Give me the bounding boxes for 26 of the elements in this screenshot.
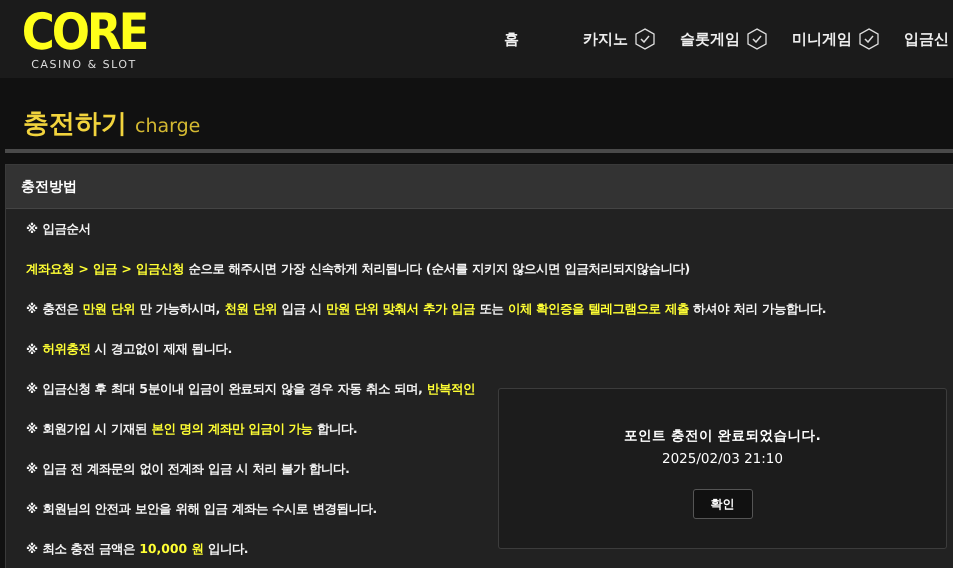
info-text: ※ 허위충전 시 경고없이 제재 됩니다. — [26, 340, 232, 358]
info-text: ※ 최소 충전 금액은 10,000 원 입니다. — [26, 540, 248, 558]
nav-link[interactable]: 입금신 — [904, 30, 949, 48]
page-subtitle: charge — [135, 115, 200, 137]
nav-link[interactable]: 슬롯게임 — [680, 28, 768, 50]
dialog-message: 포인트 충전이 완료되었습니다. — [624, 427, 821, 445]
logo-tagline: CASINO & SLOT — [31, 58, 137, 70]
info-text: 계좌요청 > 입금 > 입금신청 순으로 해주시면 가장 신속하게 처리됩니다 (순서를 지키지 않으시면 입금처리되지않습니다) — [26, 260, 690, 278]
page-title: 충전하기 — [23, 108, 127, 141]
info-text: ※ 충전은 만원 단위 만 가능하시며, 천원 단위 입금 시 만원 단위 맞춰서 추가 입금 또는 이체 확인증을 텔레그램으로 제출 하셔야 처리 가능합니다. — [26, 300, 826, 318]
logo-wordmark: CORE — [22, 8, 146, 56]
nav-link[interactable]: 미니게임 — [792, 28, 880, 50]
info-text: ※ 입금 전 계좌문의 없이 전계좌 입금 시 처리 불가 합니다. — [26, 460, 350, 478]
nav-link[interactable]: 카지노 — [583, 28, 656, 50]
nav-link[interactable]: 홈 — [504, 30, 519, 48]
check-hexagon-icon — [746, 28, 768, 50]
confirm-button[interactable]: 확인 — [692, 489, 752, 519]
info-text: ※ 입금순서 — [26, 220, 90, 238]
logo[interactable]: CORE CASINO & SLOT — [4, 8, 164, 70]
check-hexagon-icon — [858, 28, 880, 50]
dialog-timestamp: 2025/02/03 21:10 — [662, 451, 783, 467]
check-hexagon-icon — [634, 28, 656, 50]
info-text: ※ 회원가입 시 기재된 본인 명의 계좌만 입금이 가능 합니다. — [26, 420, 358, 438]
info-text: ※ 회원님의 안전과 보안을 위해 입금 계좌는 수시로 변경됩니다. — [26, 500, 378, 518]
panel-title: 충전방법 — [21, 178, 77, 196]
info-text: ※ 입금신청 후 최대 5분이내 입금이 완료되지 않을 경우 자동 취소 되며, 반복적인 — [26, 380, 476, 398]
